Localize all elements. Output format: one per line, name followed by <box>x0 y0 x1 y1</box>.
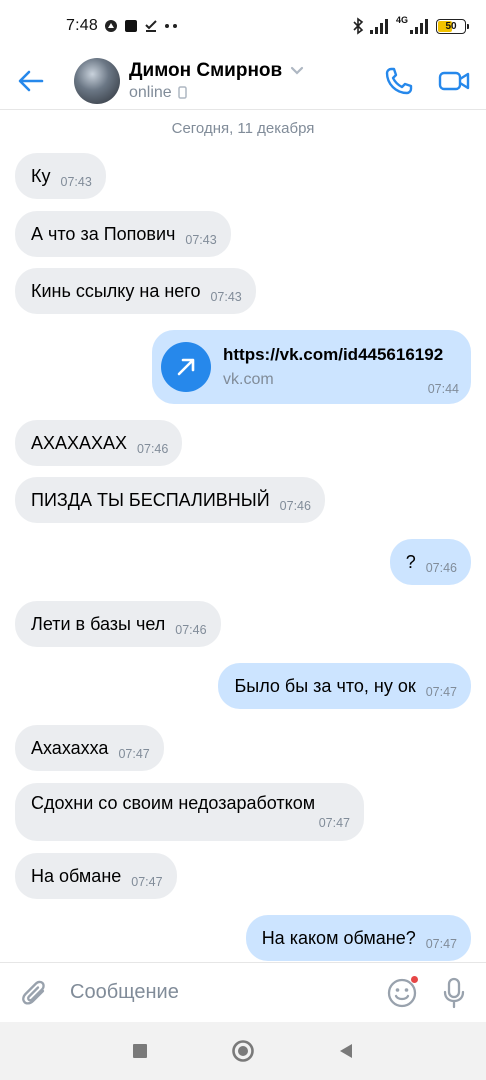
message-time: 07:43 <box>185 233 217 247</box>
chat-header: Димон Смирнов online <box>0 52 486 110</box>
message-time: 07:44 <box>427 382 459 396</box>
message-text: ? <box>405 552 416 572</box>
message-text: На обмане <box>31 866 122 886</box>
recents-button-icon[interactable] <box>131 1042 149 1060</box>
message-time: 07:46 <box>425 561 457 575</box>
signal-4g-icon <box>410 19 428 34</box>
message-time: 07:47 <box>131 875 163 889</box>
message-incoming[interactable]: Кинь ссылку на него 07:43 <box>15 268 256 314</box>
network-type-label: 4G <box>395 15 408 25</box>
battery-level: 50 <box>445 20 457 32</box>
message-incoming[interactable]: Сдохни со своим недозаработком 07:47 <box>15 783 364 841</box>
signal-icon <box>369 19 388 34</box>
contact-name: Димон Смирнов <box>129 59 283 81</box>
phone-icon[interactable] <box>384 66 414 96</box>
message-incoming[interactable]: ПИЗДА ТЫ БЕСПАЛИВНЫЙ 07:46 <box>15 477 325 523</box>
message-text: ПИЗДА ТЫ БЕСПАЛИВНЫЙ <box>31 490 270 510</box>
date-separator: Сегодня, 11 декабря <box>171 120 315 137</box>
status-time: 7:48 <box>66 17 98 34</box>
notification-download-icon <box>145 20 157 32</box>
message-incoming[interactable]: АХАХАХАХ 07:46 <box>15 420 183 466</box>
microphone-icon[interactable] <box>442 977 466 1009</box>
message-composer <box>0 962 486 1022</box>
message-time: 07:43 <box>60 175 92 189</box>
message-text: АХАХАХАХ <box>31 433 128 453</box>
back-nav-button-icon[interactable] <box>337 1042 355 1060</box>
emoji-button[interactable] <box>386 974 419 1009</box>
message-text: Было бы за что, ну ок <box>234 676 416 696</box>
video-call-icon[interactable] <box>438 69 470 93</box>
bluetooth-icon <box>353 17 364 35</box>
message-incoming[interactable]: А что за Попович 07:43 <box>15 211 231 257</box>
message-text: Сдохни со своим недозаработком <box>31 793 316 813</box>
message-text: Лети в базы чел <box>31 614 166 634</box>
contact-avatar[interactable] <box>74 57 120 104</box>
home-button-icon[interactable] <box>231 1039 255 1063</box>
contact-info[interactable]: Димон Смирнов online <box>129 60 304 102</box>
message-incoming[interactable]: Ахахахха 07:47 <box>15 725 164 771</box>
more-notifications-icon <box>164 24 177 28</box>
mobile-device-icon <box>177 86 187 99</box>
back-button[interactable] <box>0 52 62 110</box>
message-time: 07:47 <box>118 747 150 761</box>
message-text: На каком обмане? <box>261 928 416 948</box>
status-bar: 7:48 4G 50 <box>0 0 486 52</box>
message-outgoing[interactable]: ? 07:46 <box>389 539 471 585</box>
link-arrow-icon <box>161 342 211 392</box>
message-incoming[interactable]: Ку 07:43 <box>15 153 106 199</box>
contact-status: online <box>129 83 172 101</box>
message-text: Кинь ссылку на него <box>31 281 201 301</box>
message-outgoing[interactable]: Было бы за что, ну ок 07:47 <box>218 663 471 709</box>
link-preview-message[interactable]: https://vk.com/id445616192 vk.com 07:44 <box>152 330 471 404</box>
message-time: 07:46 <box>279 499 311 513</box>
message-time: 07:47 <box>425 685 457 699</box>
message-time: 07:47 <box>318 816 350 830</box>
notification-dot <box>410 974 419 984</box>
chevron-down-icon <box>291 66 304 75</box>
message-time: 07:46 <box>137 442 169 456</box>
message-list[interactable]: Сегодня, 11 декабря Ку 07:43 А что за По… <box>0 110 486 962</box>
message-time: 07:43 <box>210 290 242 304</box>
message-text: Ку <box>31 166 51 186</box>
notification-app-icon <box>104 20 117 32</box>
attach-icon <box>22 980 45 1005</box>
back-arrow-icon <box>18 70 44 91</box>
battery-icon: 50 <box>436 18 469 34</box>
message-input[interactable] <box>70 981 360 1004</box>
attach-button[interactable] <box>0 963 70 1023</box>
link-domain: vk.com <box>223 371 274 388</box>
message-text: Ахахахха <box>31 738 109 758</box>
message-incoming[interactable]: На обмане 07:47 <box>15 853 177 899</box>
link-url[interactable]: https://vk.com/id445616192 <box>223 345 443 365</box>
message-outgoing[interactable]: На каком обмане? 07:47 <box>245 915 471 961</box>
message-text: А что за Попович <box>31 224 176 244</box>
message-incoming[interactable]: Лети в базы чел 07:46 <box>15 601 221 647</box>
notification-black-square-icon <box>124 20 137 32</box>
system-nav-bar <box>0 1022 486 1080</box>
message-time: 07:46 <box>175 623 207 637</box>
message-time: 07:47 <box>425 937 457 951</box>
